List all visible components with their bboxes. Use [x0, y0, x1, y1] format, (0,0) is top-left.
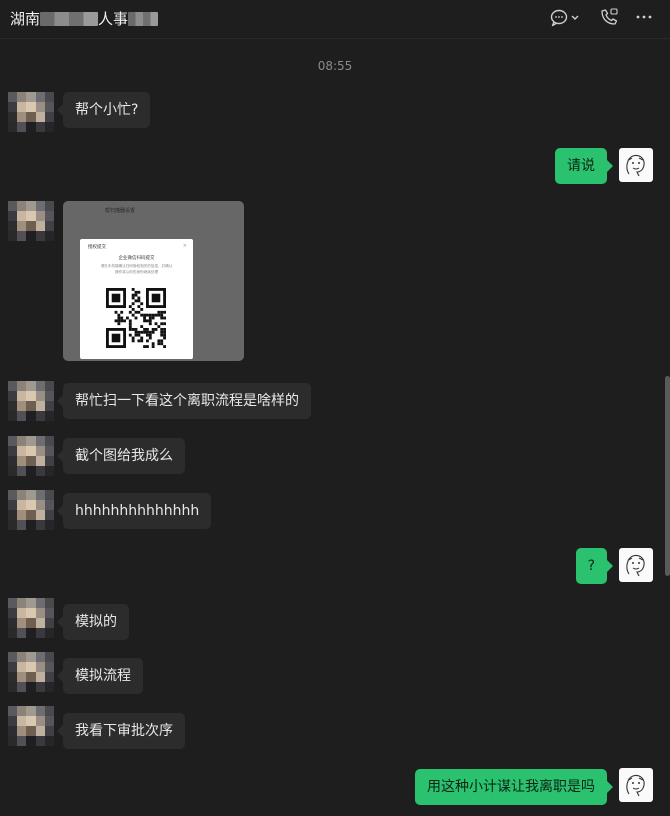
sender-avatar[interactable]	[8, 92, 54, 132]
qr-code-icon	[106, 288, 166, 348]
incoming-message-bubble[interactable]: 模拟流程	[57, 658, 143, 694]
more-icon[interactable]	[630, 4, 658, 30]
sender-avatar[interactable]	[8, 652, 54, 692]
outgoing-message-bubble[interactable]: 用这种小计谋让我离职是吗	[415, 769, 613, 805]
self-avatar[interactable]	[619, 148, 653, 182]
chat-title-part2: 人事	[98, 10, 129, 28]
incoming-message-bubble[interactable]: 截个图给我成么	[57, 438, 185, 474]
message-timestamp: 08:55	[317, 59, 353, 73]
sender-avatar[interactable]	[8, 201, 54, 241]
chat-header: 湖南 人事	[0, 0, 670, 39]
sender-avatar[interactable]	[8, 706, 54, 746]
self-avatar[interactable]	[619, 768, 653, 802]
chat-title-part1: 湖南	[10, 10, 41, 28]
redacted-block	[40, 12, 99, 26]
chevron-down-icon[interactable]	[568, 4, 582, 30]
image-message[interactable]: 帮扫描器设置 授权提交 × 企业微信扫码提交 请在手机端确认扫码授权相关的信息，…	[63, 201, 244, 361]
self-avatar[interactable]	[619, 548, 653, 582]
chat-title: 湖南 人事	[10, 8, 159, 29]
incoming-message-bubble[interactable]: 我看下审批次序	[57, 713, 185, 749]
sender-avatar[interactable]	[8, 436, 54, 476]
dialog-title: 授权提交	[88, 245, 106, 250]
qr-dialog: 授权提交 × 企业微信扫码提交 请在手机端确认扫码授权相关的信息，并确认 操作将…	[80, 239, 193, 359]
dialog-subtitle: 企业微信扫码提交	[118, 256, 155, 261]
outgoing-message-bubble[interactable]: 请说	[555, 148, 613, 184]
scrollbar-thumb[interactable]	[665, 376, 670, 576]
sender-avatar[interactable]	[8, 381, 54, 421]
dialog-line: 请在手机端确认扫码授权相关的信息，并确认	[100, 264, 173, 268]
incoming-message-bubble[interactable]: 模拟的	[57, 604, 129, 640]
redacted-block	[128, 12, 159, 26]
incoming-message-bubble[interactable]: 帮个小忙?	[56, 92, 151, 128]
incoming-message-bubble[interactable]: hhhhhhhhhhhhhh	[56, 493, 212, 529]
close-icon: ×	[182, 243, 187, 249]
image-caption: 帮扫描器设置	[105, 208, 136, 214]
sender-avatar[interactable]	[8, 490, 54, 530]
phone-call-icon[interactable]	[596, 4, 624, 30]
incoming-message-bubble[interactable]: 帮忙扫一下看这个离职流程是啥样的	[57, 383, 311, 419]
dialog-line: 操作将以你的身份继续处理	[114, 270, 159, 274]
sender-avatar[interactable]	[8, 598, 54, 638]
outgoing-message-bubble[interactable]: ?	[575, 548, 614, 584]
